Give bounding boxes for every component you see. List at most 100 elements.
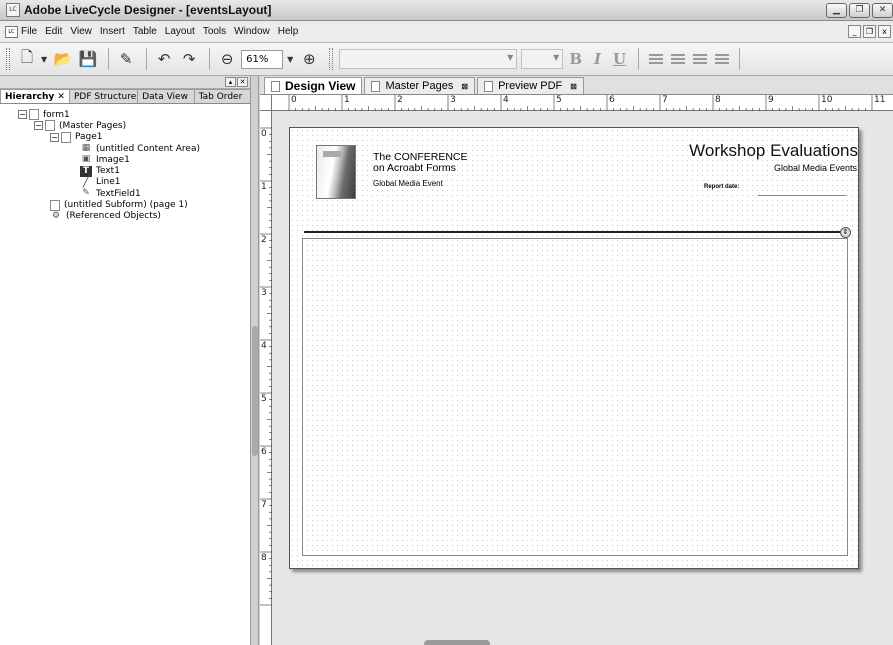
- page-icon: [371, 80, 381, 92]
- report-date-field[interactable]: [758, 195, 846, 196]
- font-name-select[interactable]: ▼: [339, 49, 518, 69]
- menu-help[interactable]: Help: [278, 26, 299, 37]
- tree-item-image1[interactable]: ▣ Image1: [0, 154, 250, 165]
- tree-item-line1[interactable]: ╱ Line1: [0, 176, 250, 188]
- document-window-controls: _ ❐ x: [848, 25, 891, 38]
- open-folder-icon[interactable]: 📂: [52, 48, 74, 70]
- ruler-label: 3: [450, 95, 456, 105]
- palette-controls: ▴ ✕: [225, 77, 248, 87]
- collapse-toggle-icon[interactable]: −: [34, 121, 43, 131]
- undo-icon[interactable]: ↶: [153, 48, 175, 70]
- ruler-label: 2: [261, 235, 267, 245]
- menu-bar: LC File Edit View Insert Table Layout To…: [0, 21, 893, 43]
- report-date-label: Report date:: [704, 184, 740, 190]
- collapse-toggle-icon[interactable]: −: [18, 110, 27, 120]
- zoom-out-icon[interactable]: ⊖: [216, 48, 238, 70]
- tree-item-referenced-objects[interactable]: ⚙ (Referenced Objects): [0, 211, 250, 222]
- horizontal-scrollbar[interactable]: [424, 640, 490, 645]
- minimize-button[interactable]: ▁: [826, 3, 847, 18]
- tree-item-page1[interactable]: − Page1: [0, 131, 250, 143]
- menu-edit[interactable]: Edit: [45, 26, 62, 37]
- splitter-grip[interactable]: [252, 326, 258, 456]
- tree-item-text1[interactable]: T Text1: [0, 165, 250, 177]
- workshop-evaluations-title[interactable]: Workshop Evaluations: [689, 141, 858, 161]
- restore-button[interactable]: ❐: [849, 3, 870, 18]
- bold-button[interactable]: B: [569, 50, 582, 68]
- document-tabs: Design View Master Pages ⊠ Preview PDF ⊠: [260, 76, 893, 95]
- tab-tab-order[interactable]: Tab Order: [193, 89, 251, 103]
- zoom-in-icon[interactable]: ⊕: [298, 48, 320, 70]
- window-controls: ▁ ❐ ✕: [826, 3, 893, 18]
- align-justify-icon[interactable]: [715, 54, 730, 64]
- close-icon[interactable]: ⊠: [570, 82, 577, 91]
- panel-splitter[interactable]: [251, 76, 259, 645]
- document-icon[interactable]: LC: [5, 25, 18, 38]
- menu-window[interactable]: Window: [234, 26, 270, 37]
- conference-subtitle[interactable]: Global Media Event: [373, 179, 443, 188]
- ruler-label: 5: [261, 394, 267, 404]
- doc-close-button[interactable]: x: [878, 25, 891, 38]
- toolbar-grip[interactable]: [6, 48, 10, 70]
- tree-item-subform[interactable]: (untitled Subform) (page 1): [0, 199, 250, 211]
- font-size-select[interactable]: ▼: [521, 49, 564, 69]
- underline-button[interactable]: U: [613, 50, 626, 68]
- tree-item-label: Text1: [96, 166, 120, 177]
- menu-tools[interactable]: Tools: [203, 26, 226, 37]
- doc-restore-button[interactable]: ❐: [863, 25, 876, 38]
- tree-item-textfield1[interactable]: ✎ TextField1: [0, 188, 250, 199]
- align-right-icon[interactable]: [693, 54, 708, 64]
- app-icon: LC: [6, 3, 20, 17]
- tab-pdf-structure-label: PDF Structure: [73, 92, 137, 102]
- content-area[interactable]: [302, 238, 848, 556]
- tab-preview-pdf[interactable]: Preview PDF ⊠: [477, 77, 584, 94]
- tab-master-pages[interactable]: Master Pages ⊠: [364, 77, 476, 94]
- global-media-events-subtitle[interactable]: Global Media Events: [774, 163, 857, 173]
- tree-item-label: Image1: [96, 154, 130, 165]
- toolbar-grip[interactable]: [329, 48, 334, 70]
- new-document-icon[interactable]: 🗋: [16, 48, 38, 70]
- tree-item-label: TextField1: [96, 188, 141, 199]
- tree-item-master-pages[interactable]: − (Master Pages): [0, 120, 250, 132]
- tree-item-content-area[interactable]: ▦ (untitled Content Area): [0, 143, 250, 154]
- form-icon: [29, 109, 39, 121]
- tab-design-view[interactable]: Design View: [264, 77, 363, 94]
- ruler-label: 11: [874, 95, 886, 105]
- redo-icon[interactable]: ↷: [178, 48, 200, 70]
- ruler-corner: [260, 95, 272, 111]
- tree-item-form1[interactable]: − form1: [0, 109, 250, 121]
- ruler-label: 1: [261, 182, 267, 192]
- italic-button[interactable]: I: [594, 50, 601, 68]
- zoom-dropdown-icon[interactable]: ▼: [287, 55, 293, 64]
- align-left-icon[interactable]: [649, 54, 664, 64]
- align-center-icon[interactable]: [671, 54, 686, 64]
- check-spelling-icon[interactable]: ✎: [115, 48, 137, 70]
- new-dropdown-icon[interactable]: ▼: [41, 55, 47, 64]
- line1[interactable]: [304, 231, 851, 233]
- close-button[interactable]: ✕: [872, 3, 893, 18]
- anchor-handle-icon[interactable]: ⇕: [840, 227, 851, 238]
- referenced-objects-icon: ⚙: [51, 210, 61, 221]
- conference-title-line2[interactable]: on Acroabt Forms: [373, 162, 456, 174]
- chevron-down-icon: ▼: [553, 53, 560, 62]
- zoom-level-field[interactable]: 61%: [241, 49, 284, 69]
- tree-item-label: Page1: [75, 132, 103, 143]
- menu-file[interactable]: File: [21, 26, 37, 37]
- image1-conference-logo[interactable]: [316, 145, 356, 199]
- tab-pdf-structure[interactable]: PDF Structure: [68, 89, 139, 103]
- tab-hierarchy[interactable]: Hierarchy ✕: [0, 89, 70, 103]
- menu-table[interactable]: Table: [133, 26, 157, 37]
- palette-close-button[interactable]: ✕: [237, 77, 248, 87]
- palette-collapse-button[interactable]: ▴: [225, 77, 236, 87]
- doc-minimize-button[interactable]: _: [848, 25, 861, 38]
- save-icon[interactable]: 💾: [77, 48, 99, 70]
- document-area: Design View Master Pages ⊠ Preview PDF ⊠…: [260, 76, 893, 645]
- form-page[interactable]: The CONFERENCE on Acroabt Forms Global M…: [289, 127, 859, 569]
- menu-layout[interactable]: Layout: [165, 26, 195, 37]
- tab-data-view[interactable]: Data View: [137, 89, 195, 103]
- menu-insert[interactable]: Insert: [100, 26, 125, 37]
- collapse-toggle-icon[interactable]: −: [50, 132, 59, 142]
- master-pages-icon: [45, 120, 55, 132]
- ruler-label: 0: [261, 129, 267, 139]
- menu-view[interactable]: View: [70, 26, 92, 37]
- close-icon[interactable]: ⊠: [461, 82, 468, 91]
